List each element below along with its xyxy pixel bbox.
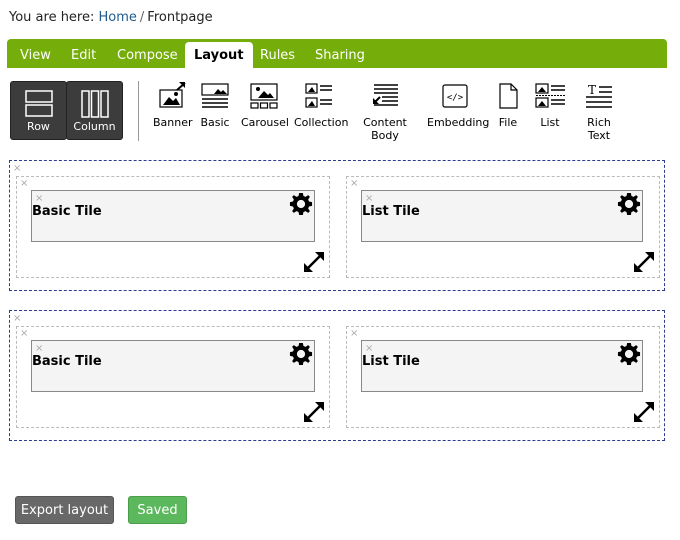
layout-column[interactable]: × × List Tile xyxy=(346,176,660,278)
layout-column[interactable]: × × Basic Tile xyxy=(16,326,330,428)
layout-row[interactable]: × × × Basic Tile × × List Tile xyxy=(9,160,665,291)
tile-title: Basic Tile xyxy=(32,204,102,219)
rich-text-icon: T xyxy=(586,83,612,108)
tile-type-label: Banner xyxy=(153,116,193,129)
tile-type-label: Basic xyxy=(200,116,230,129)
row-icon xyxy=(24,90,53,117)
tab-view[interactable]: View xyxy=(20,39,51,68)
tile-basic[interactable]: × Basic Tile xyxy=(31,340,315,392)
resize-icon[interactable] xyxy=(301,399,327,425)
toolbar-divider xyxy=(138,81,139,141)
resize-icon[interactable] xyxy=(301,249,327,275)
tile-type-rich-text[interactable]: T Rich Text xyxy=(575,82,623,142)
svg-text:</>: </> xyxy=(447,93,464,103)
tile-type-label: Carousel xyxy=(241,116,289,129)
tab-edit[interactable]: Edit xyxy=(71,39,96,68)
breadcrumb-prefix: You are here: xyxy=(9,10,95,25)
tile-type-label: File xyxy=(498,116,518,129)
tile-type-label: List xyxy=(540,116,560,129)
layout-column[interactable]: × × Basic Tile xyxy=(16,176,330,278)
tile-type-banner[interactable]: Banner xyxy=(153,82,193,129)
column-label: Column xyxy=(73,120,116,133)
banner-icon xyxy=(158,82,186,108)
tile-type-collection[interactable]: Collection xyxy=(294,82,348,129)
add-column-button[interactable]: Column xyxy=(66,81,123,140)
tile-type-content-body[interactable]: Content Body xyxy=(351,82,419,142)
list-icon xyxy=(535,83,565,108)
file-icon xyxy=(499,83,518,109)
tile-list[interactable]: × List Tile xyxy=(361,340,643,392)
basic-icon xyxy=(201,83,229,108)
gear-icon[interactable] xyxy=(288,191,314,217)
breadcrumb-separator: / xyxy=(139,10,145,25)
remove-tile-icon[interactable]: × xyxy=(365,344,373,354)
tab-layout[interactable]: Layout xyxy=(185,42,253,69)
breadcrumb-home-link[interactable]: Home xyxy=(99,10,137,25)
collection-icon xyxy=(305,83,332,108)
remove-column-icon[interactable]: × xyxy=(20,179,28,189)
layout-row[interactable]: × × × Basic Tile × × List Tile xyxy=(9,310,665,441)
add-row-button[interactable]: Row xyxy=(10,81,67,140)
saved-button[interactable]: Saved xyxy=(128,496,187,524)
tile-type-label: Collection xyxy=(294,116,349,129)
remove-column-icon[interactable]: × xyxy=(350,329,358,339)
resize-icon[interactable] xyxy=(631,249,657,275)
tile-type-embedding[interactable]: </> Embedding xyxy=(427,82,489,129)
tile-type-basic[interactable]: Basic xyxy=(199,82,231,129)
remove-tile-icon[interactable]: × xyxy=(35,194,43,204)
remove-tile-icon[interactable]: × xyxy=(365,194,373,204)
resize-icon[interactable] xyxy=(631,399,657,425)
export-layout-button[interactable]: Export layout xyxy=(15,496,114,524)
tab-sharing[interactable]: Sharing xyxy=(315,39,365,68)
tile-type-label: Embedding xyxy=(427,116,490,129)
tab-compose[interactable]: Compose xyxy=(117,39,178,68)
tile-list[interactable]: × List Tile xyxy=(361,190,643,242)
content-body-icon xyxy=(373,84,398,106)
gear-icon[interactable] xyxy=(616,191,642,217)
tile-title: List Tile xyxy=(362,354,420,369)
embedding-icon: </> xyxy=(442,84,468,108)
column-icon xyxy=(80,90,109,118)
svg-text:T: T xyxy=(588,83,596,97)
breadcrumb-current: Frontpage xyxy=(147,10,213,25)
breadcrumb: You are here: Home / Frontpage xyxy=(9,10,213,25)
remove-row-icon[interactable]: × xyxy=(13,164,21,174)
tile-title: List Tile xyxy=(362,204,420,219)
remove-column-icon[interactable]: × xyxy=(350,179,358,189)
layout-column[interactable]: × × List Tile xyxy=(346,326,660,428)
tile-title: Basic Tile xyxy=(32,354,102,369)
gear-icon[interactable] xyxy=(616,341,642,367)
tab-rules[interactable]: Rules xyxy=(260,39,295,68)
tile-type-label: Content Body xyxy=(363,116,407,142)
tab-bar: View Edit Compose Layout Rules Sharing xyxy=(7,39,667,69)
remove-column-icon[interactable]: × xyxy=(20,329,28,339)
gear-icon[interactable] xyxy=(288,341,314,367)
row-label: Row xyxy=(27,120,50,133)
tile-type-label: Rich Text xyxy=(587,116,611,142)
remove-tile-icon[interactable]: × xyxy=(35,344,43,354)
tile-type-carousel[interactable]: Carousel xyxy=(241,82,289,129)
layout-toolbar: Row Column Banner Basic Carousel Collect… xyxy=(0,70,680,150)
tile-type-list[interactable]: List xyxy=(533,82,567,129)
remove-row-icon[interactable]: × xyxy=(13,314,21,324)
tile-type-file[interactable]: File xyxy=(496,82,520,129)
carousel-icon xyxy=(250,83,278,109)
tile-basic[interactable]: × Basic Tile xyxy=(31,190,315,242)
